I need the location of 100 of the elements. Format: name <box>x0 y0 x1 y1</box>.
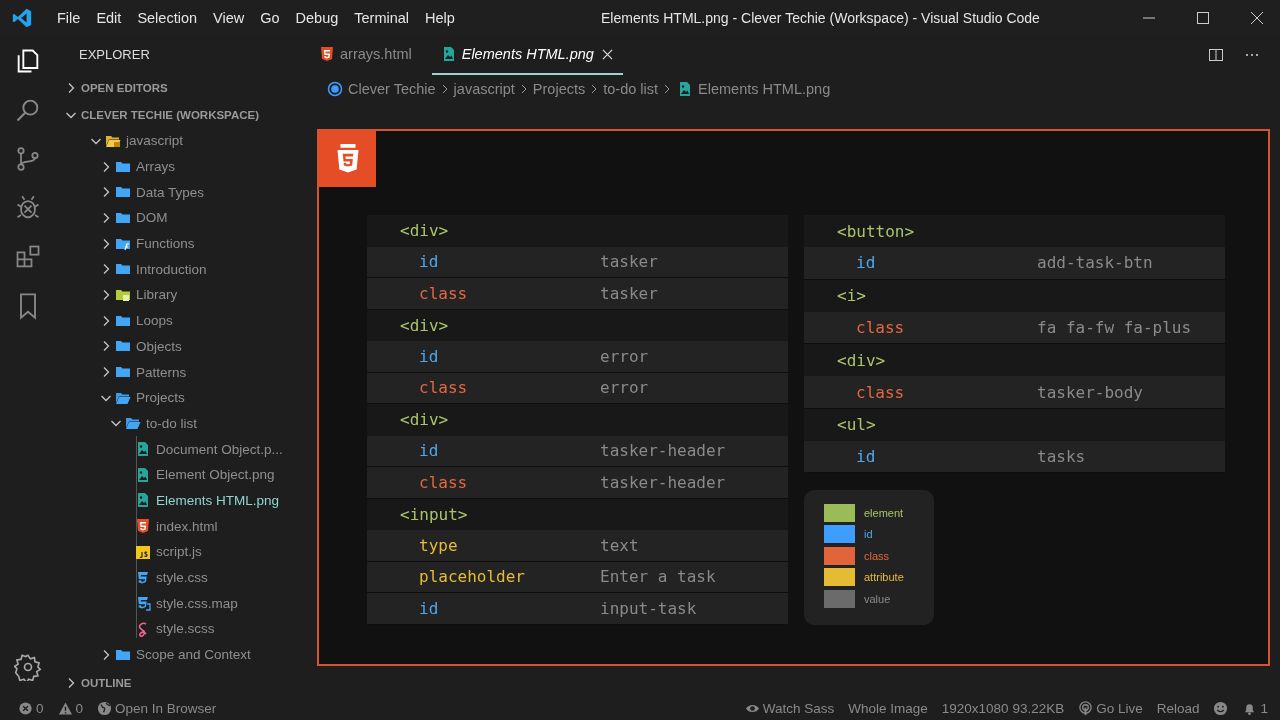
tree-item[interactable]: style.css <box>156 570 208 586</box>
attribute-name: class <box>419 378 469 398</box>
tree-item[interactable]: Scope and Context <box>136 647 251 663</box>
status-text[interactable]: Open In Browser <box>115 701 217 716</box>
js-file-icon <box>135 543 151 560</box>
tree-item[interactable]: Introduction <box>136 261 207 277</box>
status-text[interactable]: Whole Image <box>848 701 928 716</box>
attribute-value: tasker-header <box>600 472 726 492</box>
attribute-name: type <box>419 535 459 555</box>
editor-tab[interactable]: Elements HTML.png <box>431 35 623 75</box>
breadcrumb-item[interactable]: Elements HTML.png <box>698 81 831 97</box>
menu-item[interactable]: Go <box>252 9 288 26</box>
breadcrumb-item[interactable]: Clever Techie <box>348 81 436 97</box>
sidebar-title: EXPLORER <box>78 46 151 64</box>
attribute-value: input-task <box>600 598 697 618</box>
attribute-value: text <box>600 535 639 555</box>
element-tag: <div> <box>400 315 449 335</box>
image-file-icon <box>135 441 151 458</box>
attribute-value: error <box>600 346 649 366</box>
attribute-value: error <box>600 378 649 398</box>
warning-icon <box>57 701 73 716</box>
attribute-name: id <box>856 253 877 273</box>
globe-icon <box>97 701 113 716</box>
attribute-value: Enter a task <box>600 567 716 587</box>
breadcrumb-item[interactable]: Projects <box>532 81 586 97</box>
attribute-name: id <box>419 346 440 366</box>
chevron-right-icon <box>440 83 449 95</box>
menu-item[interactable]: File <box>49 9 89 26</box>
attribute-name: id <box>419 598 440 618</box>
status-text[interactable]: Go Live <box>1096 701 1143 716</box>
legend-label: value <box>864 592 891 605</box>
menu-item[interactable]: Selection <box>129 9 206 26</box>
error-icon <box>18 701 33 716</box>
tree-item[interactable]: Element Object.png <box>156 467 275 483</box>
menu-item[interactable]: Debug <box>287 9 347 26</box>
breadcrumb-item[interactable]: to-do list <box>603 81 659 97</box>
split-editor-icon[interactable] <box>1208 47 1224 63</box>
tree-item[interactable]: style.css.map <box>156 595 238 611</box>
section-header[interactable]: CLEVER TECHIE (WORKSPACE) <box>81 108 260 121</box>
broadcast-icon <box>1078 701 1094 716</box>
tree-item[interactable]: Document Object.p... <box>156 441 283 457</box>
attribute-name: placeholder <box>419 567 526 587</box>
menu-item[interactable]: Edit <box>88 9 130 26</box>
chevron-right-icon <box>663 83 672 95</box>
status-text[interactable]: Watch Sass <box>762 701 835 716</box>
breadcrumb-item[interactable]: javascript <box>453 81 515 97</box>
chevron-right-icon <box>519 83 528 95</box>
attribute-name: class <box>856 382 906 402</box>
vscode-logo <box>11 6 33 29</box>
status-text[interactable]: 1920x1080 93.22KB <box>941 701 1065 716</box>
element-tag: <ul> <box>837 415 876 435</box>
editor-tab[interactable]: arrays.html <box>310 35 432 75</box>
element-tag: <button> <box>837 221 915 241</box>
status-text[interactable]: 0 <box>75 701 84 716</box>
tree-item[interactable]: Library <box>136 287 178 303</box>
legend-label: attribute <box>864 571 904 584</box>
tree-item[interactable]: to-do list <box>146 415 198 431</box>
legend-label: class <box>864 549 890 562</box>
menu-item[interactable]: View <box>205 9 253 26</box>
css-file-icon <box>135 569 151 586</box>
element-tag: <div> <box>400 221 449 241</box>
tree-item[interactable]: javascript <box>126 133 184 149</box>
html-file-icon <box>319 46 335 62</box>
attribute-value: tasker-header <box>600 441 726 461</box>
tree-item[interactable]: Functions <box>136 236 195 252</box>
section-header[interactable]: OUTLINE <box>81 676 132 689</box>
tree-item[interactable]: Patterns <box>136 364 187 380</box>
close-icon[interactable] <box>601 48 613 60</box>
element-tag: <div> <box>400 410 449 430</box>
attribute-value: add-task-btn <box>1037 253 1153 273</box>
window-title: Elements HTML.png - Clever Techie (Workspace) - Visual Studio Code <box>600 9 1041 26</box>
tree-item[interactable]: script.js <box>156 544 202 560</box>
image-file-icon <box>135 466 151 483</box>
settings-icon[interactable] <box>14 653 42 681</box>
status-text[interactable]: Reload <box>1156 701 1200 716</box>
tree-item[interactable]: style.scss <box>156 621 215 637</box>
workspace-icon <box>327 81 343 97</box>
tree-item[interactable]: index.html <box>156 518 218 534</box>
tree-item[interactable]: Objects <box>136 338 182 354</box>
tree-item[interactable]: Elements HTML.png <box>156 492 280 508</box>
source-control-icon[interactable] <box>14 145 42 173</box>
section-header[interactable]: OPEN EDITORS <box>81 81 168 94</box>
tree-item[interactable]: Data Types <box>136 184 205 200</box>
css-file-icon <box>135 595 151 612</box>
attribute-value: tasks <box>1037 447 1086 467</box>
element-tag: <div> <box>837 350 886 370</box>
menu-item[interactable]: Help <box>417 9 463 26</box>
tree-item[interactable]: Projects <box>136 390 185 406</box>
status-text[interactable]: 0 <box>36 701 44 716</box>
menu-item[interactable]: Terminal <box>346 9 418 26</box>
attribute-name: id <box>419 441 440 461</box>
attribute-name: class <box>419 283 469 303</box>
tree-item[interactable]: DOM <box>136 210 168 226</box>
smiley-icon[interactable] <box>1213 701 1229 716</box>
tree-item[interactable]: Loops <box>136 313 173 329</box>
tree-item[interactable]: Arrays <box>136 159 175 175</box>
attribute-value: tasker <box>600 252 658 272</box>
status-text[interactable]: 1 <box>1260 701 1268 716</box>
attribute-name: class <box>856 318 906 338</box>
attribute-value: fa fa-fw fa-plus <box>1037 318 1192 338</box>
